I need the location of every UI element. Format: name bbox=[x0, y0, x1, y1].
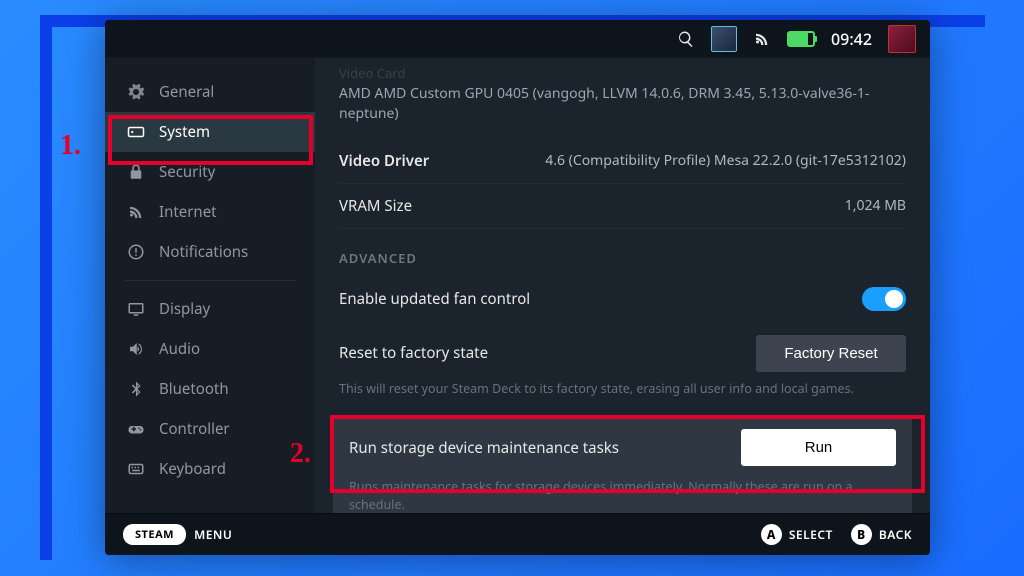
sidebar-item-label: Keyboard bbox=[159, 459, 226, 479]
maintenance-label: Run storage device maintenance tasks bbox=[349, 438, 619, 458]
select-hint: A SELECT bbox=[761, 524, 833, 545]
factory-reset-row: Reset to factory state Factory Reset bbox=[339, 323, 906, 376]
select-label: SELECT bbox=[789, 526, 833, 543]
display-icon bbox=[127, 300, 145, 318]
status-bar: 09:42 bbox=[105, 20, 930, 58]
video-driver-label: Video Driver bbox=[339, 151, 429, 171]
sidebar-item-notifications[interactable]: Notifications bbox=[105, 232, 315, 272]
bell-icon bbox=[127, 243, 145, 261]
user-avatar[interactable] bbox=[888, 25, 916, 53]
gear-icon bbox=[127, 83, 145, 101]
sidebar-item-label: Audio bbox=[159, 339, 200, 359]
maintenance-run-button[interactable]: Run bbox=[741, 429, 896, 466]
sidebar-item-label: Bluetooth bbox=[159, 379, 229, 399]
cast-icon[interactable] bbox=[753, 30, 771, 48]
video-card-value: AMD AMD Custom GPU 0405 (vangogh, LLVM 1… bbox=[339, 84, 906, 125]
advanced-section-title: ADVANCED bbox=[339, 229, 906, 275]
sidebar-divider bbox=[125, 280, 295, 281]
settings-content: Video Card AMD AMD Custom GPU 0405 (vang… bbox=[315, 58, 930, 513]
system-icon bbox=[127, 123, 145, 141]
vram-label: VRAM Size bbox=[339, 196, 412, 216]
fan-control-label: Enable updated fan control bbox=[339, 289, 530, 309]
sidebar-item-security[interactable]: Security bbox=[105, 152, 315, 192]
back-label: BACK bbox=[879, 526, 912, 543]
sidebar-item-internet[interactable]: Internet bbox=[105, 192, 315, 232]
maintenance-desc: Runs maintenance tasks for storage devic… bbox=[349, 474, 896, 513]
sidebar-item-label: System bbox=[159, 122, 210, 142]
fan-control-toggle[interactable] bbox=[862, 287, 906, 311]
battery-indicator bbox=[787, 31, 815, 47]
sidebar-item-label: Display bbox=[159, 299, 210, 319]
fan-control-row: Enable updated fan control bbox=[339, 275, 906, 323]
sidebar-item-label: Security bbox=[159, 162, 215, 182]
lock-icon bbox=[127, 163, 145, 181]
back-hint: B BACK bbox=[851, 524, 912, 545]
audio-icon bbox=[127, 340, 145, 358]
clock: 09:42 bbox=[831, 28, 872, 50]
search-icon[interactable] bbox=[677, 30, 695, 48]
video-driver-value: 4.6 (Compatibility Profile) Mesa 22.2.0 … bbox=[545, 151, 906, 170]
settings-sidebar: General System Security Internet Notific… bbox=[105, 58, 315, 513]
vram-value: 1,024 MB bbox=[845, 196, 906, 215]
sidebar-item-general[interactable]: General bbox=[105, 72, 315, 112]
steam-menu-hint[interactable]: STEAM MENU bbox=[123, 524, 232, 545]
wifi-icon bbox=[127, 203, 145, 221]
video-driver-row: Video Driver 4.6 (Compatibility Profile)… bbox=[339, 139, 906, 184]
sidebar-item-bluetooth[interactable]: Bluetooth bbox=[105, 369, 315, 409]
video-card-label: Video Card bbox=[339, 58, 906, 82]
menu-label: MENU bbox=[194, 526, 232, 543]
steam-pill: STEAM bbox=[123, 524, 186, 545]
keyboard-icon bbox=[127, 460, 145, 478]
annotation-step1-number: 1. bbox=[60, 130, 81, 162]
sidebar-item-audio[interactable]: Audio bbox=[105, 329, 315, 369]
maintenance-panel: Run storage device maintenance tasks Run… bbox=[333, 415, 912, 513]
bottom-bar: STEAM MENU A SELECT B BACK bbox=[105, 513, 930, 555]
vram-row: VRAM Size 1,024 MB bbox=[339, 184, 906, 229]
sidebar-item-controller[interactable]: Controller bbox=[105, 409, 315, 449]
sidebar-item-label: General bbox=[159, 82, 214, 102]
sidebar-item-keyboard[interactable]: Keyboard bbox=[105, 449, 315, 489]
sidebar-item-label: Controller bbox=[159, 419, 230, 439]
sidebar-item-label: Notifications bbox=[159, 242, 248, 262]
controller-icon bbox=[127, 420, 145, 438]
friends-avatar[interactable] bbox=[711, 26, 737, 52]
factory-reset-label: Reset to factory state bbox=[339, 343, 488, 363]
bluetooth-icon bbox=[127, 380, 145, 398]
a-button-icon: A bbox=[761, 524, 782, 545]
sidebar-item-system[interactable]: System bbox=[105, 112, 315, 152]
factory-reset-desc: This will reset your Steam Deck to its f… bbox=[339, 376, 906, 412]
sidebar-item-label: Internet bbox=[159, 202, 217, 222]
factory-reset-button[interactable]: Factory Reset bbox=[756, 335, 906, 372]
b-button-icon: B bbox=[851, 524, 872, 545]
settings-window: 09:42 General System Security Internet bbox=[105, 20, 930, 555]
sidebar-item-display[interactable]: Display bbox=[105, 289, 315, 329]
